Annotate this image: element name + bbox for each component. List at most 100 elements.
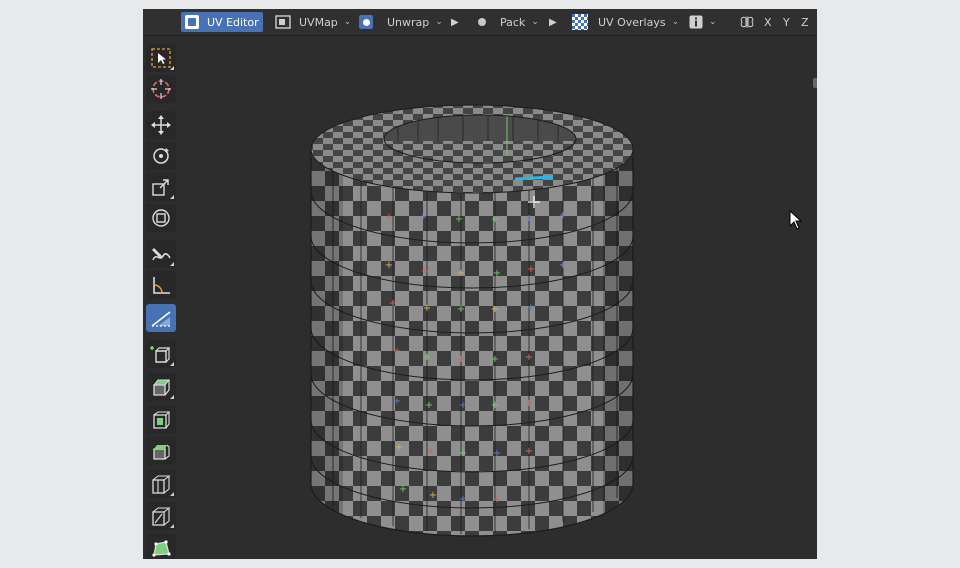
- svg-text:+: +: [427, 446, 435, 457]
- uvmap-icon: [275, 15, 291, 29]
- tool-bevel[interactable]: [146, 437, 176, 465]
- loop-cut-icon: [152, 473, 171, 495]
- mirror-icon[interactable]: [739, 12, 755, 32]
- svg-text:+: +: [419, 212, 427, 223]
- svg-text:+: +: [491, 304, 499, 315]
- inset-icon: [153, 411, 171, 429]
- svg-text:+: +: [389, 298, 397, 309]
- svg-text:+: +: [393, 396, 401, 407]
- svg-text:+: +: [421, 266, 429, 277]
- cylinder-mesh: + + + + + + + + + + + + + + + + + + + +: [310, 104, 634, 537]
- svg-text:+: +: [525, 446, 533, 457]
- uv-editor-button[interactable]: UV Editor: [181, 12, 263, 32]
- svg-text:+: +: [493, 494, 501, 505]
- tool-shelf: [143, 42, 177, 559]
- info-icon: [689, 15, 703, 29]
- tool-measure[interactable]: [146, 271, 176, 299]
- chevron-down-icon: ⌄: [435, 17, 443, 27]
- tool-loop-cut[interactable]: [146, 470, 176, 498]
- unwrap-label: Unwrap: [387, 15, 430, 29]
- svg-text:+: +: [459, 448, 467, 459]
- mouse-pointer-icon: [789, 210, 803, 230]
- svg-text:+: +: [527, 264, 535, 275]
- chevron-down-icon: ⌄: [671, 17, 680, 27]
- svg-text:+: +: [525, 352, 533, 363]
- bevel-icon: [153, 444, 170, 460]
- svg-text:+: +: [457, 354, 465, 365]
- move-icon: [151, 115, 171, 135]
- axis-y-toggle[interactable]: Y: [783, 12, 790, 32]
- svg-text:+: +: [385, 212, 393, 223]
- svg-text:+: +: [423, 303, 431, 314]
- svg-text:+: +: [525, 398, 533, 409]
- chevron-down-icon: ⌄: [343, 17, 352, 27]
- axis-x-toggle[interactable]: X: [764, 12, 772, 32]
- info-dropdown[interactable]: ⌄: [689, 12, 717, 32]
- svg-text:+: +: [459, 494, 467, 505]
- tool-rotate[interactable]: [146, 142, 176, 170]
- svg-text:+: +: [385, 260, 393, 271]
- uvmap-label: UVMap: [299, 15, 338, 29]
- uv-tool-icon: [151, 311, 171, 327]
- svg-text:+: +: [493, 448, 501, 459]
- pack-dropdown[interactable]: Pack ⌄: [478, 12, 539, 32]
- tool-inset[interactable]: [146, 406, 176, 434]
- knife-icon: [152, 507, 171, 526]
- uv-overlays-label: UV Overlays: [598, 15, 666, 29]
- svg-text:+: +: [399, 484, 407, 495]
- svg-text:+: +: [491, 400, 499, 411]
- pack-play-icon[interactable]: ▶: [549, 12, 557, 32]
- unwrap-icon: [359, 15, 373, 29]
- uvmap-dropdown[interactable]: UVMap ⌄: [275, 12, 351, 32]
- chevron-down-icon: ⌄: [531, 17, 539, 27]
- tool-scale[interactable]: [146, 173, 176, 201]
- unwrap-play-icon[interactable]: ▶: [451, 12, 459, 32]
- svg-text:+: +: [395, 442, 403, 453]
- select-box-icon: [151, 48, 171, 68]
- tool-move[interactable]: [146, 111, 176, 139]
- svg-text:+: +: [459, 400, 467, 411]
- transform-icon: [152, 209, 170, 227]
- blender-window: UV Editor UVMap ⌄ Unwrap ⌄ ▶ Pack ⌄ ▶ UV…: [143, 9, 817, 559]
- svg-text:+: +: [525, 213, 533, 224]
- chevron-down-icon: ⌄: [709, 17, 717, 27]
- scale-icon: [152, 179, 169, 196]
- sidebar-toggle[interactable]: [813, 78, 817, 88]
- add-cube-icon: [150, 346, 171, 363]
- uv-overlays-dropdown[interactable]: UV Overlays ⌄: [572, 12, 679, 32]
- tool-knife[interactable]: [146, 502, 176, 530]
- 3d-viewport[interactable]: + + + + + + + + + + + + + + + + + + + +: [143, 36, 817, 559]
- cursor-icon: [151, 79, 171, 99]
- unwrap-dropdown[interactable]: Unwrap ⌄: [359, 12, 443, 32]
- svg-text:+: +: [559, 260, 567, 271]
- svg-text:+: +: [425, 400, 433, 411]
- axis-z-toggle[interactable]: Z: [801, 12, 809, 32]
- svg-text:+: +: [457, 268, 465, 279]
- tool-poly-build[interactable]: [146, 534, 176, 559]
- tool-annotate[interactable]: [146, 240, 176, 268]
- svg-text:+: +: [457, 304, 465, 315]
- editor-header: UV Editor UVMap ⌄ Unwrap ⌄ ▶ Pack ⌄ ▶ UV…: [143, 9, 817, 36]
- tool-extrude[interactable]: [146, 373, 176, 401]
- svg-text:+: +: [493, 268, 501, 279]
- checker-icon: [572, 14, 588, 30]
- tool-add-cube[interactable]: [146, 340, 176, 368]
- pack-dot-icon: [478, 18, 486, 26]
- rotate-icon: [153, 148, 169, 164]
- annotate-icon: [152, 248, 171, 261]
- svg-text:+: +: [491, 214, 499, 225]
- svg-text:+: +: [429, 490, 437, 501]
- svg-text:+: +: [491, 354, 499, 365]
- tool-uv-active[interactable]: [146, 304, 176, 332]
- poly-build-icon: [152, 540, 171, 557]
- measure-icon: [153, 277, 170, 294]
- svg-text:+: +: [527, 302, 535, 313]
- tool-transform[interactable]: [146, 204, 176, 232]
- tool-cursor[interactable]: [146, 75, 176, 103]
- uv-editor-icon: [185, 15, 199, 29]
- pack-label: Pack: [500, 15, 526, 29]
- svg-text:+: +: [559, 210, 567, 221]
- svg-text:+: +: [423, 352, 431, 363]
- tool-select-box[interactable]: [146, 44, 176, 72]
- extrude-icon: [152, 379, 171, 396]
